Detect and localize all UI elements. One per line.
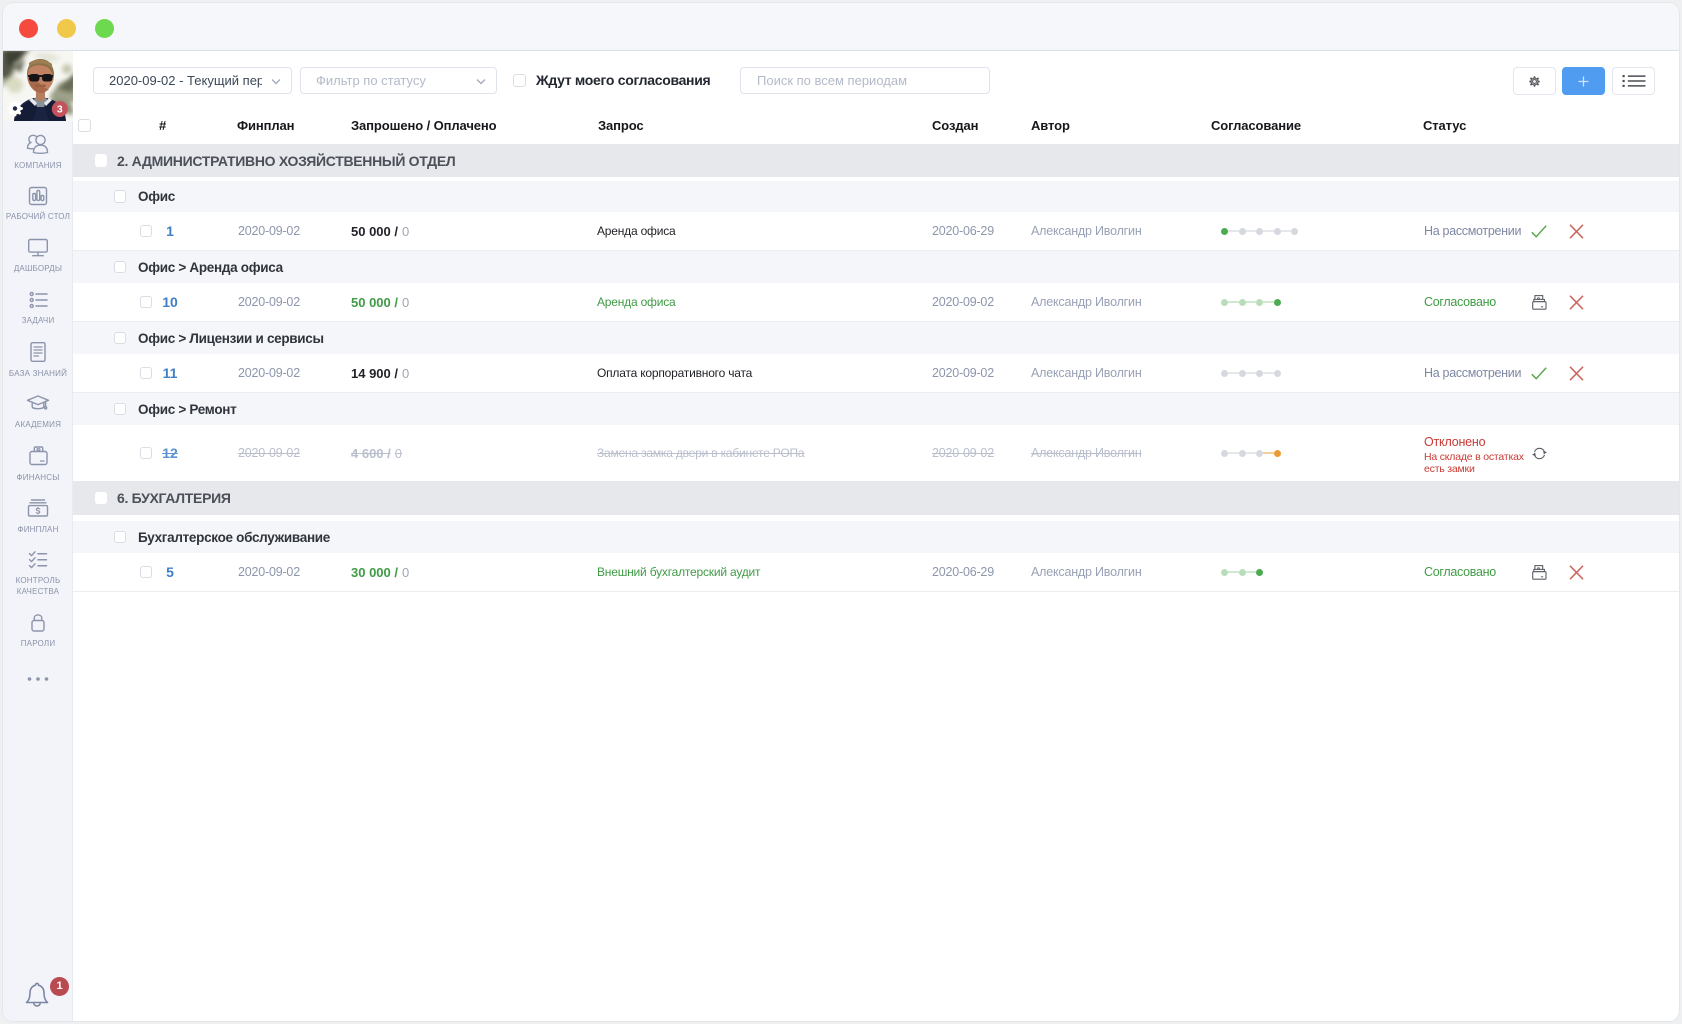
svg-text:3: 3 [57,104,63,116]
